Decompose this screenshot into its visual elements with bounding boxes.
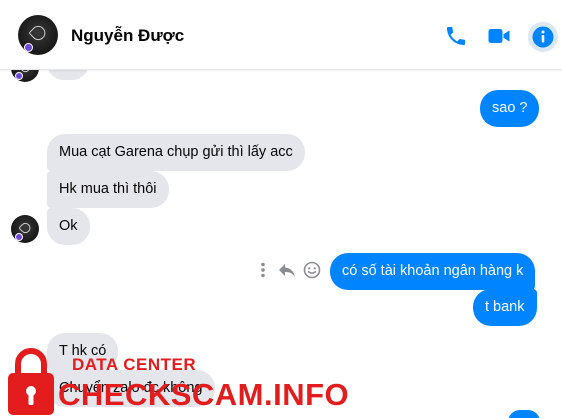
message-bubble-outgoing[interactable] bbox=[508, 410, 540, 418]
message-bubble-incoming[interactable]: Chuyển zalo đc không bbox=[47, 370, 215, 407]
contact-name[interactable]: Nguyễn Được bbox=[71, 26, 184, 46]
contact-avatar[interactable] bbox=[18, 15, 58, 55]
reply-icon[interactable] bbox=[277, 261, 297, 279]
info-button[interactable] bbox=[528, 22, 558, 52]
conversation-header: Nguyễn Được bbox=[0, 0, 562, 70]
info-icon bbox=[531, 25, 555, 49]
message-bubble-outgoing[interactable]: t bank bbox=[473, 289, 537, 326]
react-icon[interactable] bbox=[303, 261, 321, 279]
message-bubble-outgoing[interactable]: sao ? bbox=[480, 90, 540, 127]
contact-avatar-small bbox=[11, 215, 39, 243]
video-icon[interactable] bbox=[487, 24, 511, 48]
message-bubble-incoming[interactable]: T hk có bbox=[47, 333, 119, 370]
message-actions bbox=[257, 261, 325, 279]
message-bubble-outgoing[interactable]: có số tài khoản ngân hàng k bbox=[330, 253, 536, 290]
status-dot bbox=[16, 73, 22, 79]
message-bubble-incoming[interactable]: Hk mua thì thôi bbox=[47, 171, 169, 208]
heart-icon bbox=[18, 221, 32, 235]
phone-icon[interactable] bbox=[444, 24, 468, 48]
more-icon[interactable] bbox=[257, 261, 269, 279]
heart-icon bbox=[28, 23, 48, 44]
status-dot bbox=[25, 44, 32, 51]
message-bubble-incoming[interactable]: Mua cạt Garena chụp gửi thì lấy acc bbox=[47, 134, 305, 171]
message-bubble-incoming[interactable]: Ok bbox=[47, 208, 90, 245]
status-dot bbox=[16, 234, 22, 240]
